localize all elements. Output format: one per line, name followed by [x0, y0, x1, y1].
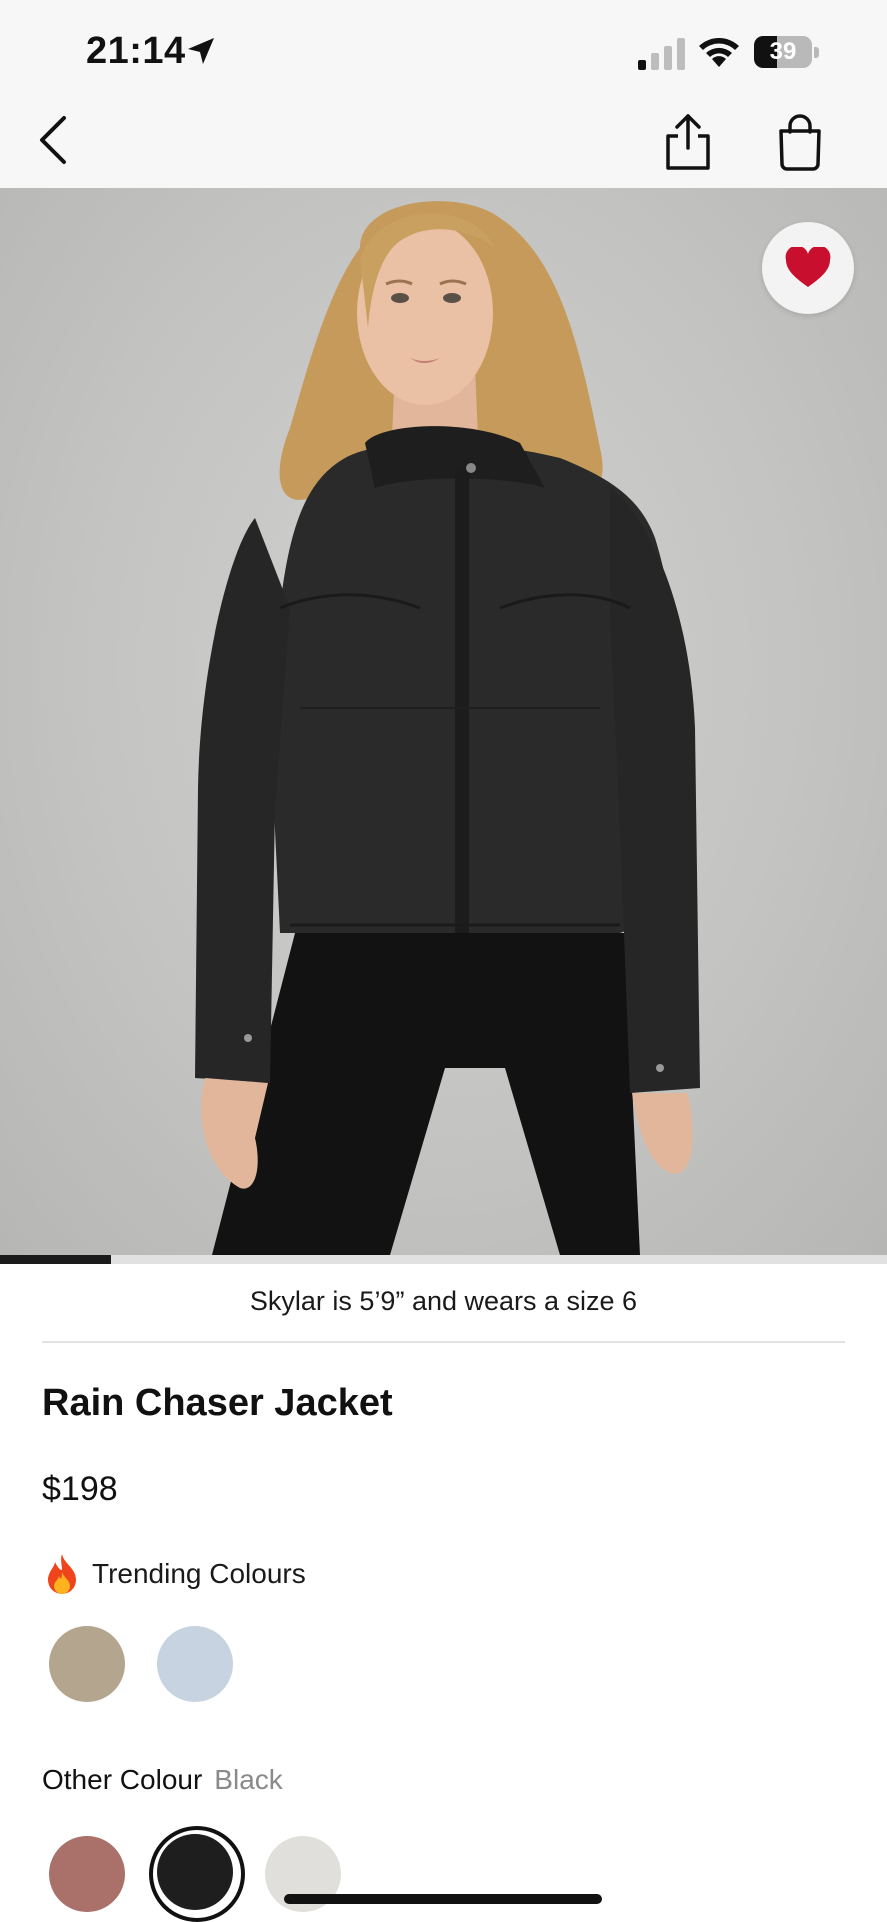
favorite-button[interactable] — [762, 222, 854, 314]
battery-icon: 39 — [754, 36, 820, 68]
shopping-bag-button[interactable] — [772, 112, 828, 172]
fire-icon — [48, 1554, 76, 1594]
colour-swatch-rose-brown[interactable] — [49, 1836, 125, 1912]
selected-colour-value: Black — [214, 1764, 283, 1795]
shopping-bag-icon — [779, 114, 821, 171]
divider — [42, 1341, 845, 1343]
model-size-note: Skylar is 5’9” and wears a size 6 — [249, 1286, 638, 1316]
share-icon — [666, 114, 710, 170]
home-indicator — [284, 1894, 602, 1904]
other-colour-heading: Other Colour Black — [42, 1764, 283, 1796]
signal-icon — [638, 38, 685, 70]
trending-colours-label: Trending Colours — [92, 1558, 306, 1589]
back-button[interactable] — [30, 112, 82, 168]
product-price: $198 — [42, 1470, 118, 1508]
product-title: Rain Chaser Jacket — [42, 1382, 393, 1424]
share-button[interactable] — [660, 112, 716, 172]
model-photo — [195, 201, 700, 1255]
status-bar: 21:14 39 — [0, 0, 887, 98]
other-colour-label: Other Colour — [42, 1764, 203, 1795]
wifi-icon — [699, 38, 739, 67]
trending-swatch-light-blue[interactable] — [157, 1626, 233, 1702]
gallery-progress — [0, 1255, 887, 1264]
status-time: 21:14 — [86, 30, 186, 72]
location-arrow-icon — [188, 38, 214, 64]
trending-swatch-taupe[interactable] — [49, 1626, 125, 1702]
gallery-progress-fill — [0, 1255, 111, 1264]
product-image[interactable] — [0, 188, 887, 1255]
nav-bar — [0, 98, 887, 188]
colour-swatch-black[interactable] — [157, 1834, 233, 1910]
battery-level: 39 — [769, 38, 797, 65]
back-chevron-icon — [40, 116, 66, 164]
heart-icon — [785, 247, 831, 287]
